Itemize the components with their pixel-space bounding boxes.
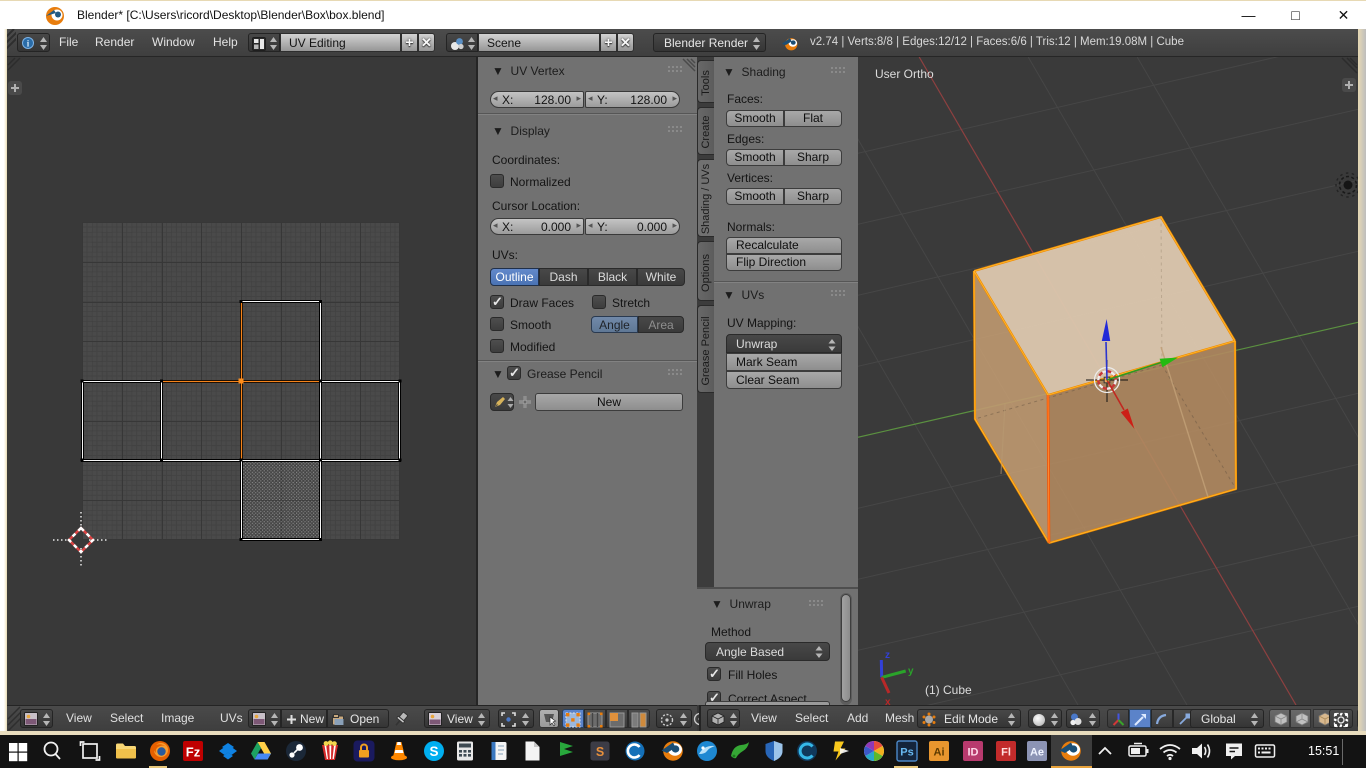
svg-text:S: S [596, 745, 604, 759]
svg-text:y: y [908, 666, 914, 677]
svg-text:(1) Cube: (1) Cube [925, 683, 972, 697]
svg-text:S: S [429, 744, 438, 759]
svg-text:z: z [885, 650, 890, 661]
svg-text:User Ortho: User Ortho [875, 67, 934, 81]
svg-text:Fl: Fl [1001, 747, 1011, 759]
svg-text:Ps: Ps [900, 747, 913, 759]
svg-text:Fz: Fz [186, 745, 201, 760]
svg-text:Ae: Ae [1030, 747, 1044, 759]
svg-text:ID: ID [968, 747, 979, 759]
svg-text:Ai: Ai [934, 747, 945, 759]
svg-text:x: x [885, 697, 891, 705]
